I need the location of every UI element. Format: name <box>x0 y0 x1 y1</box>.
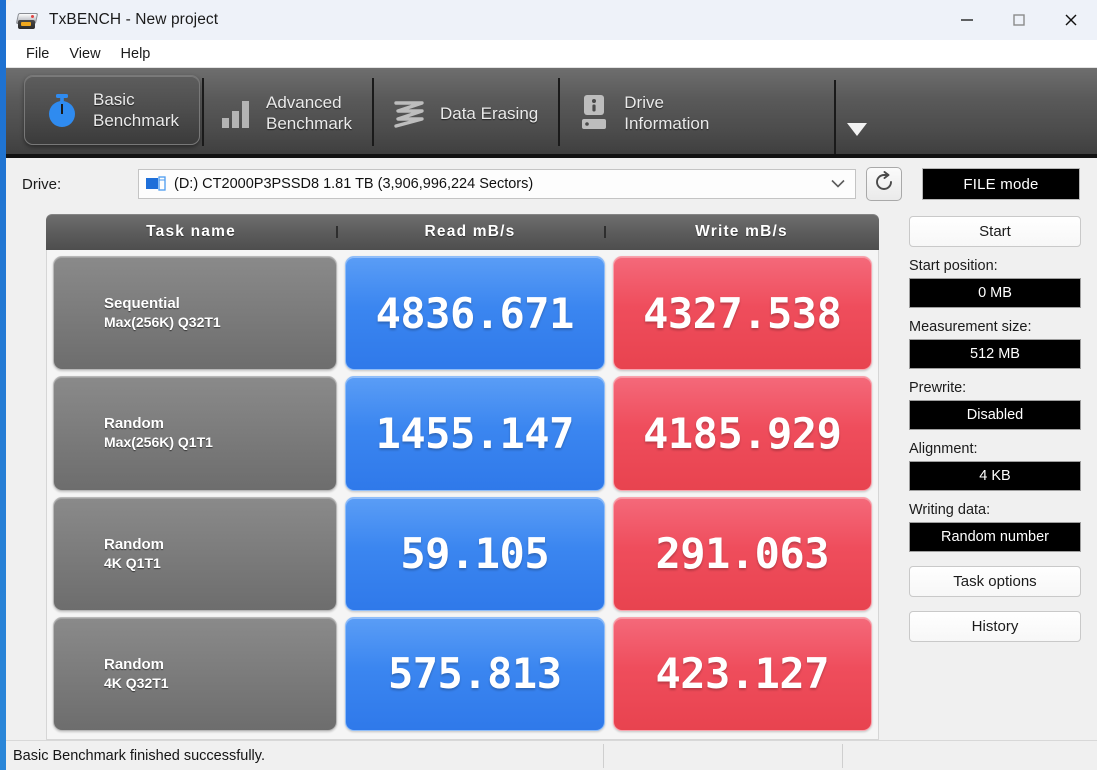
writing-data-label: Writing data: <box>909 502 1081 518</box>
file-mode-button[interactable]: FILE mode <box>922 168 1080 200</box>
file-mode-label: FILE mode <box>963 176 1038 193</box>
menu-file[interactable]: File <box>16 43 59 65</box>
title-bar: TxBENCH - New project <box>6 0 1097 40</box>
task-cell[interactable]: Sequential Max(256K) Q32T1 <box>53 256 337 370</box>
task-cell[interactable]: Random 4K Q1T1 <box>53 497 337 611</box>
table-header-row: Task name Read mB/s Write mB/s <box>46 214 879 250</box>
task-name-line1: Random <box>104 414 336 433</box>
read-value: 575.813 <box>345 617 605 731</box>
tab-advanced-benchmark-label: Advanced Benchmark <box>266 92 352 134</box>
status-divider <box>842 744 843 768</box>
chevron-down-icon[interactable] <box>844 118 870 140</box>
drive-label: Drive: <box>22 176 138 193</box>
start-position-field[interactable]: 0 MB <box>909 278 1081 308</box>
tab-basic-benchmark[interactable]: Basic Benchmark <box>24 75 200 145</box>
side-panel: Start Start position: 0 MB Measurement s… <box>909 210 1081 740</box>
write-value: 4185.929 <box>613 376 873 490</box>
history-button[interactable]: History <box>909 611 1081 642</box>
table-row: Random 4K Q1T1 59.105 291.063 <box>53 497 872 611</box>
maximize-button[interactable] <box>993 0 1045 40</box>
status-divider <box>603 744 604 768</box>
tab-drive-information-label: Drive Information <box>624 92 709 134</box>
table-row: Sequential Max(256K) Q32T1 4836.671 4327… <box>53 256 872 370</box>
menu-help[interactable]: Help <box>111 43 161 65</box>
write-value: 4327.538 <box>613 256 873 370</box>
measurement-size-label: Measurement size: <box>909 319 1081 335</box>
task-name-line1: Random <box>104 535 336 554</box>
window-title: TxBENCH - New project <box>49 11 218 29</box>
writing-data-field[interactable]: Random number <box>909 522 1081 552</box>
write-value: 291.063 <box>613 497 873 611</box>
tab-data-erasing[interactable]: Data Erasing <box>372 72 558 154</box>
refresh-button[interactable] <box>866 167 902 201</box>
alignment-label: Alignment: <box>909 441 1081 457</box>
results-table: Task name Read mB/s Write mB/s Sequentia… <box>46 210 879 740</box>
main-body: Task name Read mB/s Write mB/s Sequentia… <box>6 210 1097 740</box>
task-name-line2: Max(256K) Q1T1 <box>104 433 336 452</box>
disk-drive-icon <box>146 176 166 192</box>
minimize-button[interactable] <box>941 0 993 40</box>
tab-basic-benchmark-label: Basic Benchmark <box>93 89 179 131</box>
write-value: 423.127 <box>613 617 873 731</box>
column-header-write: Write mB/s <box>604 223 879 241</box>
read-value: 1455.147 <box>345 376 605 490</box>
measurement-size-field[interactable]: 512 MB <box>909 339 1081 369</box>
scribble-erase-icon <box>392 96 426 130</box>
task-name-line2: Max(256K) Q32T1 <box>104 313 336 332</box>
alignment-field[interactable]: 4 KB <box>909 461 1081 491</box>
task-options-button[interactable]: Task options <box>909 566 1081 597</box>
stopwatch-icon <box>45 90 79 130</box>
table-row: Random 4K Q32T1 575.813 423.127 <box>53 617 872 731</box>
start-position-label: Start position: <box>909 258 1081 274</box>
refresh-icon <box>873 171 895 198</box>
drive-selection-row: Drive: (D:) CT2000P3PSSD8 1.81 TB (3,906… <box>6 158 1097 210</box>
table-row: Random Max(256K) Q1T1 1455.147 4185.929 <box>53 376 872 490</box>
drive-select-value: (D:) CT2000P3PSSD8 1.81 TB (3,906,996,22… <box>174 176 533 192</box>
prewrite-field[interactable]: Disabled <box>909 400 1081 430</box>
task-name-line1: Sequential <box>104 294 336 313</box>
drive-select[interactable]: (D:) CT2000P3PSSD8 1.81 TB (3,906,996,22… <box>138 169 856 199</box>
task-cell[interactable]: Random Max(256K) Q1T1 <box>53 376 337 490</box>
column-header-read: Read mB/s <box>336 223 604 241</box>
txbench-window: TxBENCH - New project File View Help <box>6 0 1097 770</box>
status-bar: Basic Benchmark finished successfully. <box>6 740 1097 770</box>
read-value: 4836.671 <box>345 256 605 370</box>
task-name-line2: 4K Q32T1 <box>104 674 336 693</box>
tab-drive-information[interactable]: Drive Information <box>558 72 729 154</box>
prewrite-label: Prewrite: <box>909 380 1081 396</box>
drive-info-icon <box>578 93 610 133</box>
table-body: Sequential Max(256K) Q32T1 4836.671 4327… <box>46 250 879 740</box>
bar-chart-icon <box>220 96 252 130</box>
chevron-down-icon <box>831 175 845 193</box>
menu-bar: File View Help <box>6 40 1097 68</box>
hard-drive-icon <box>17 10 39 30</box>
column-header-task-name: Task name <box>46 223 336 241</box>
status-message: Basic Benchmark finished successfully. <box>6 748 265 764</box>
tab-ribbon: Basic Benchmark Advanced Benchmark Data … <box>6 68 1097 158</box>
task-name-line1: Random <box>104 655 336 674</box>
menu-view[interactable]: View <box>59 43 110 65</box>
task-name-line2: 4K Q1T1 <box>104 554 336 573</box>
task-cell[interactable]: Random 4K Q32T1 <box>53 617 337 731</box>
close-button[interactable] <box>1045 0 1097 40</box>
read-value: 59.105 <box>345 497 605 611</box>
tab-data-erasing-label: Data Erasing <box>440 103 538 124</box>
start-button[interactable]: Start <box>909 216 1081 247</box>
window-controls <box>941 0 1097 40</box>
tab-advanced-benchmark[interactable]: Advanced Benchmark <box>200 72 372 154</box>
